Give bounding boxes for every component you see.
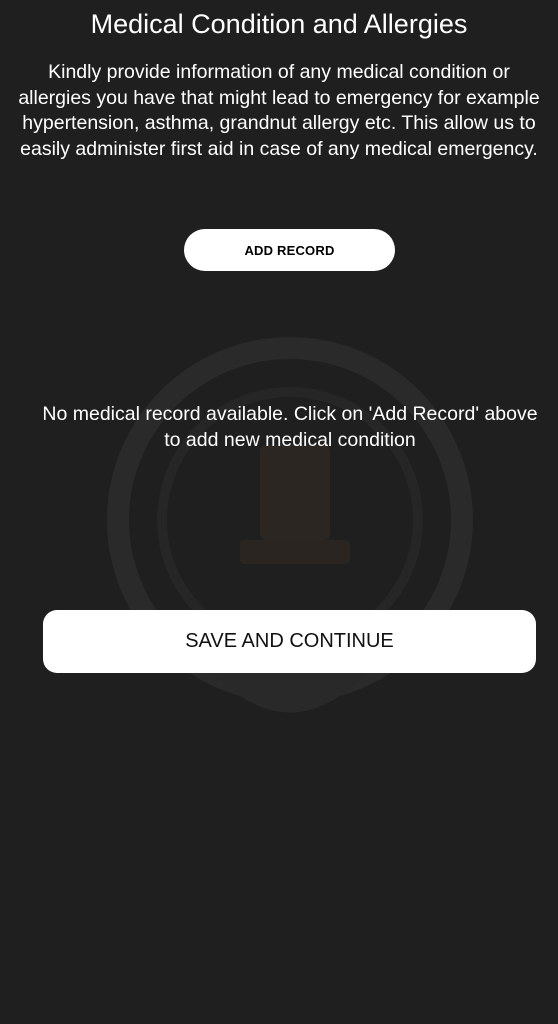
page-title: Medical Condition and Allergies: [90, 9, 468, 39]
emblem-watermark-icon: [100, 330, 480, 750]
save-and-continue-button[interactable]: SAVE AND CONTINUE: [43, 610, 536, 673]
add-record-button[interactable]: ADD RECORD: [184, 229, 395, 271]
empty-records-message: No medical record available. Click on 'A…: [42, 403, 538, 451]
intro-description: Kindly provide information of any medica…: [18, 61, 540, 160]
